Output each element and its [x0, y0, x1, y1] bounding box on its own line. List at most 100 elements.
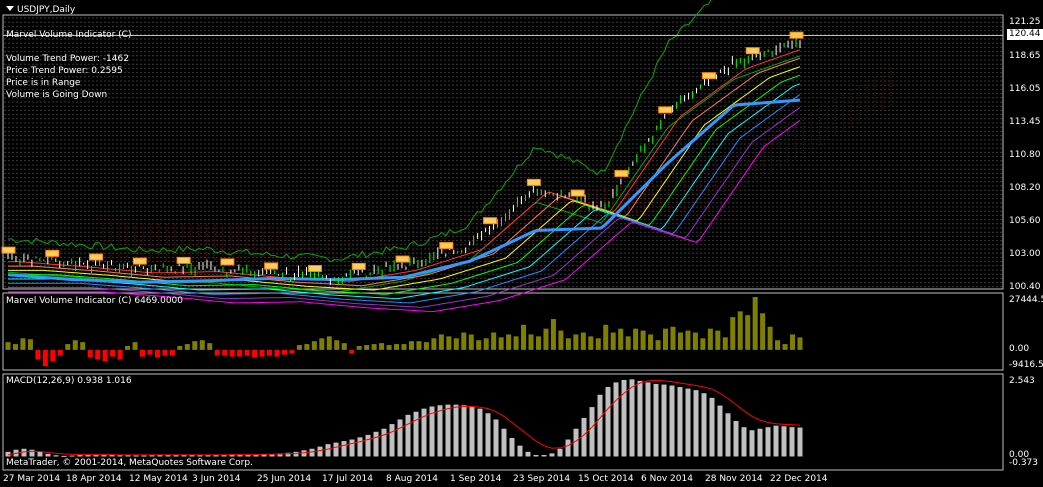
volume-bar: [57, 349, 63, 356]
macd-histogram-bar: [437, 405, 443, 457]
macd-histogram-bar: [661, 384, 667, 457]
volume-bar: [700, 338, 706, 350]
macd-histogram-bar: [37, 451, 43, 457]
volume-bar: [423, 342, 429, 350]
signal-marker: [658, 106, 673, 114]
macd-histogram-bar: [773, 425, 779, 457]
macd-histogram-bar: [669, 385, 675, 457]
volume-bar: [685, 330, 691, 350]
macd-histogram-bar: [677, 387, 683, 457]
volume-bar: [72, 340, 78, 350]
volume-bar: [640, 330, 646, 350]
volume-bar: [252, 349, 258, 358]
macd-histogram-bar: [549, 453, 555, 457]
macd-histogram-bar: [469, 406, 475, 457]
volume-bar: [483, 338, 489, 350]
macd-histogram-bar: [197, 455, 203, 457]
volume-bar: [401, 344, 407, 350]
macd-tick: -0.373: [1009, 458, 1039, 468]
macd-histogram-bar: [69, 455, 75, 457]
volume-bar: [453, 338, 459, 350]
macd-histogram-bar: [77, 454, 83, 457]
volume-bar: [50, 349, 56, 362]
volume-bar: [715, 330, 721, 350]
volume-bar: [364, 345, 370, 350]
signal-marker: [395, 255, 410, 263]
volume-bar: [535, 336, 541, 350]
chart-window[interactable]: USDJPY,Daily Marvel Volume Indicator (C)…: [0, 0, 1043, 487]
volume-bar: [394, 344, 400, 350]
symbol-menu-button[interactable]: USDJPY,Daily: [6, 5, 75, 16]
macd-histogram-bar: [125, 455, 131, 457]
macd-histogram-bar: [581, 417, 587, 457]
volume-bar: [154, 349, 160, 358]
macd-histogram-bar: [317, 446, 323, 457]
signal-marker: [264, 262, 279, 270]
volume-bar: [95, 349, 101, 360]
volume-bar: [289, 349, 295, 354]
macd-histogram-bar: [109, 454, 115, 457]
macd-histogram-bar: [325, 444, 331, 457]
volume-bar: [281, 349, 287, 355]
time-tick: 3 Jun 2014: [192, 474, 241, 484]
volume-bar: [199, 340, 205, 350]
volume-bar: [573, 334, 579, 350]
macd-histogram-bar: [605, 387, 611, 457]
macd-histogram-bar: [341, 441, 347, 457]
macd-histogram-bar: [701, 393, 707, 457]
volume-bar: [5, 342, 11, 350]
volume-bar: [169, 349, 175, 356]
signal-marker: [351, 262, 366, 270]
macd-histogram-bar: [133, 455, 139, 457]
signal-marker: [745, 47, 760, 55]
volume-bar: [558, 330, 564, 350]
volume-bar: [603, 324, 609, 350]
volume-bar: [177, 346, 183, 350]
chart-canvas[interactable]: [0, 0, 1043, 487]
volume-bar: [446, 336, 452, 350]
macd-histogram-bar: [797, 427, 803, 457]
macd-histogram-bar: [309, 448, 315, 457]
macd-histogram-bar: [461, 405, 467, 457]
macd-histogram-bar: [733, 420, 739, 457]
time-tick: 28 Nov 2014: [705, 474, 763, 484]
volume-bar: [87, 349, 93, 358]
macd-histogram-bar: [629, 379, 635, 457]
macd-histogram-bar: [365, 434, 371, 457]
volume-bar: [132, 342, 138, 350]
time-tick: 6 Nov 2014: [641, 474, 693, 484]
macd-histogram-bar: [757, 428, 763, 457]
macd-histogram-bar: [453, 404, 459, 457]
price-tick: 108.20: [1009, 183, 1041, 193]
info-price-trend: Price Trend Power: 0.2595: [6, 66, 123, 76]
volume-bar: [550, 319, 556, 350]
signal-marker: [439, 241, 454, 249]
time-tick: 15 Oct 2014: [578, 474, 634, 484]
signal-marker: [132, 257, 147, 265]
volume-bar: [588, 336, 594, 350]
time-tick: 18 Apr 2014: [66, 474, 122, 484]
price-tick: 105.60: [1009, 216, 1041, 226]
copyright-text: MetaTrader, © 2001-2014, MetaQuotes Soft…: [6, 458, 253, 468]
macd-histogram-bar: [765, 427, 771, 457]
macd-histogram-bar: [141, 455, 147, 457]
volume-bar: [35, 349, 41, 360]
volume-bar: [349, 349, 355, 354]
volume-bar: [237, 349, 243, 357]
volume-bar: [27, 339, 33, 350]
volume-bar: [655, 340, 661, 350]
macd-histogram-bar: [357, 437, 363, 457]
volume-bar: [521, 324, 527, 350]
volume-bar: [371, 344, 377, 350]
volume-bar: [214, 349, 220, 356]
macd-histogram-bar: [741, 427, 747, 457]
volume-bar: [65, 344, 71, 350]
volume-bar: [184, 344, 190, 350]
macd-histogram-bar: [389, 424, 395, 457]
volume-bar: [379, 343, 385, 350]
time-tick: 8 Aug 2014: [386, 474, 438, 484]
signal-marker: [176, 256, 191, 264]
volume-bar: [625, 336, 631, 350]
volume-bar: [528, 334, 534, 350]
macd-histogram-bar: [645, 382, 651, 457]
